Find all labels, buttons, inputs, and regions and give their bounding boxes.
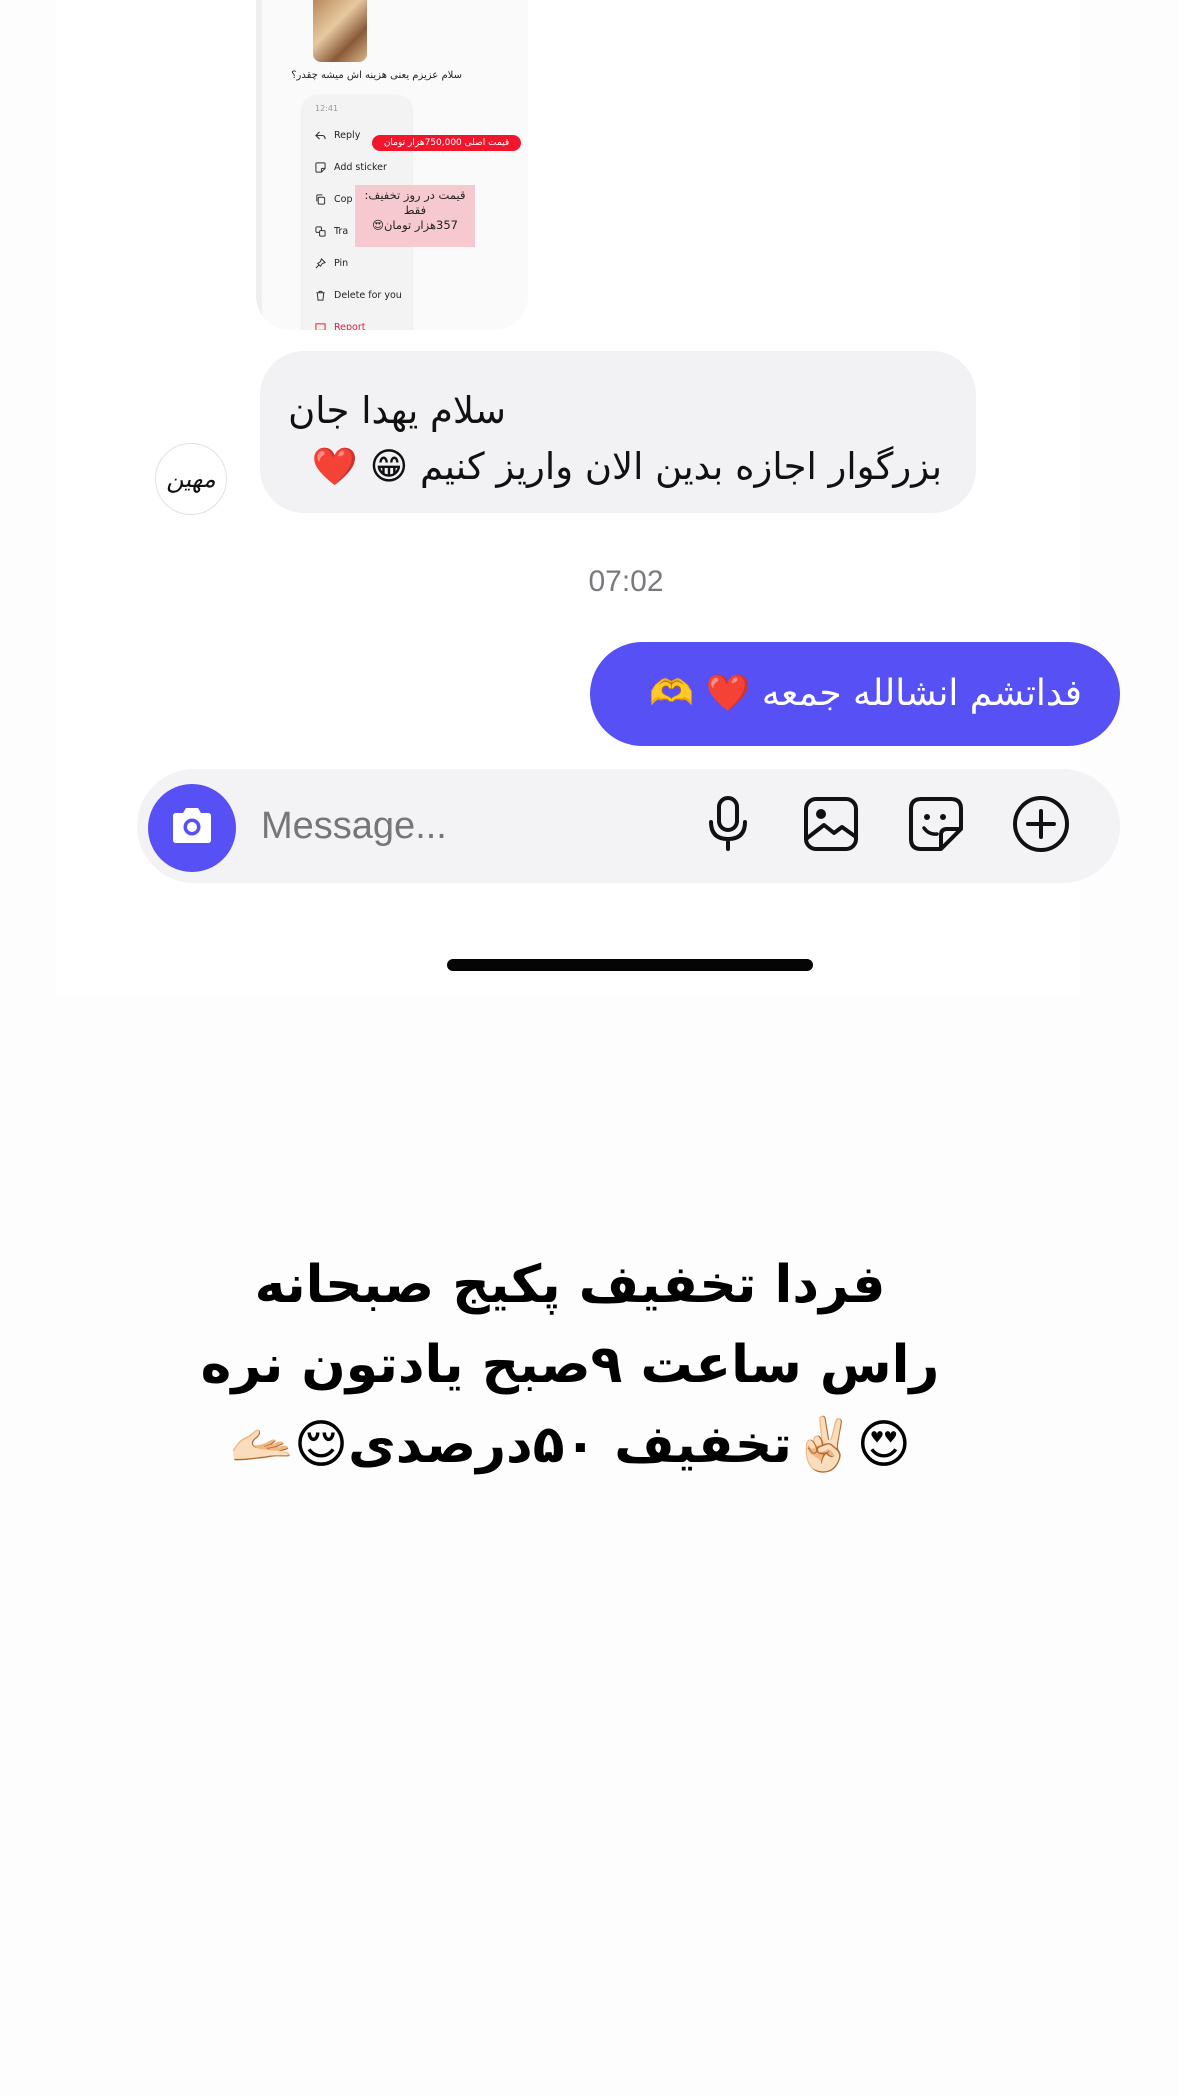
caption-line: 😍✌🏻تخفیف ۵۰درصدی😌🫴🏻 (229, 1415, 911, 1475)
discount-price-label: قیمت در روز تخفیف: فقط 357هزار تومان😍 (355, 185, 475, 247)
incoming-message-text: بزرگوار اجازه بدین الان واریز کنیم (420, 445, 942, 488)
heart-emoji: ❤️ (705, 673, 751, 714)
outgoing-message-text: فداتشم انشالله جمعه (761, 673, 1082, 714)
message-composer (137, 769, 1120, 883)
shared-screenshot[interactable]: سلام عزیزم یعنی هزینه اش میشه چقدر؟ 12:4… (256, 0, 528, 330)
discount-price-line: قیمت در روز تخفیف: (364, 188, 466, 202)
gallery-icon (802, 795, 860, 857)
menu-item-label: Tra (334, 226, 349, 237)
caption-line: راس ساعت ۹صبح یادتون نره (200, 1335, 940, 1395)
discount-price-line: فقط (403, 203, 427, 217)
menu-time: 12:41 (315, 104, 339, 113)
message-input[interactable] (261, 797, 561, 855)
add-icon (1011, 794, 1071, 858)
heart-emoji: ❤️ (311, 445, 358, 488)
message-timestamp: 07:02 (588, 565, 664, 598)
menu-item-delete: Delete for you (315, 290, 402, 301)
avatar[interactable]: مهین (155, 443, 227, 515)
report-icon (315, 322, 326, 330)
menu-item-label: Reply (334, 130, 361, 141)
heart-hands-emoji: 🫶 (649, 673, 695, 714)
original-price-label: قیمت اصلی 750,000هزار تومان (372, 135, 521, 151)
microphone-icon (706, 795, 750, 857)
menu-item-add-sticker: Add sticker (315, 162, 387, 173)
copy-icon (315, 194, 326, 205)
pin-icon (315, 257, 327, 269)
sticker-icon (907, 795, 965, 857)
sticker-icon (315, 162, 326, 173)
caption-line: فردا تخفیف پکیج صبحانه (254, 1255, 886, 1315)
chat-panel: سلام عزیزم یعنی هزینه اش میشه چقدر؟ 12:4… (56, 0, 1120, 996)
grin-emoji: 😁 (369, 445, 409, 488)
home-indicator[interactable] (447, 959, 813, 971)
menu-item-label: Cop (334, 194, 353, 205)
shared-screenshot-edge (256, 0, 262, 330)
translate-icon (315, 226, 326, 237)
trash-icon (315, 290, 326, 301)
menu-item-label: Report (334, 322, 366, 330)
menu-item-label: Add sticker (334, 162, 387, 173)
camera-button[interactable] (148, 784, 236, 872)
microphone-button[interactable] (698, 796, 758, 856)
sticker-button[interactable] (906, 796, 966, 856)
incoming-message-line: سلام یهدا جان (288, 389, 506, 432)
menu-item-label: Delete for you (334, 290, 402, 301)
camera-icon (169, 806, 215, 850)
outgoing-message-bubble[interactable]: فداتشم انشالله جمعه ❤️ 🫶 (590, 642, 1120, 746)
incoming-message-line: بزرگوار اجازه بدین الان واریز کنیم 😁 ❤️ (294, 439, 942, 495)
menu-item-label: Pin (334, 258, 349, 269)
shared-question-text: سلام عزیزم یعنی هزینه اش میشه چقدر؟ (291, 70, 462, 81)
menu-item-copy: Cop (315, 194, 352, 205)
incoming-message-bubble[interactable]: سلام یهدا جان بزرگوار اجازه بدین الان وا… (260, 351, 976, 513)
add-button[interactable] (1011, 796, 1071, 856)
menu-item-pin: Pin (315, 257, 349, 269)
food-thumbnail (313, 0, 367, 62)
discount-price-line: 357هزار تومان😍 (371, 218, 458, 232)
gallery-button[interactable] (801, 796, 861, 856)
story-caption: فردا تخفیف پکیج صبحانه راس ساعت ۹صبح یاد… (150, 1245, 990, 1485)
menu-item-reply: Reply (315, 130, 360, 141)
menu-item-translate: Tra (315, 226, 348, 237)
menu-item-report: Report (315, 322, 366, 330)
reply-icon (315, 130, 326, 141)
